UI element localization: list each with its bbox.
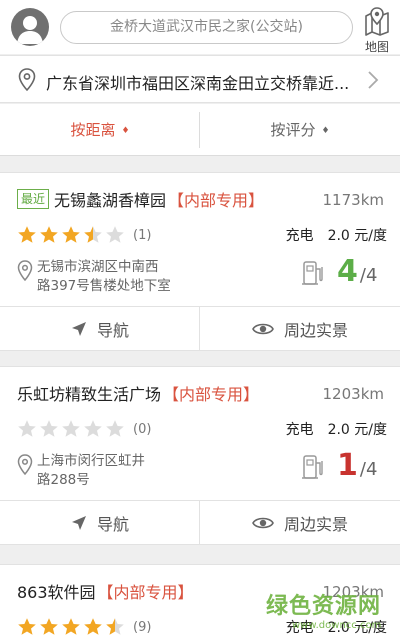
star-icon (40, 226, 58, 243)
star-icon (106, 618, 124, 635)
star-icon (40, 618, 58, 635)
navigate-label: 导航 (96, 515, 129, 534)
charger-icon (302, 261, 323, 285)
available-chargers: 4/4 (337, 257, 377, 287)
available-count: 4 (337, 254, 358, 289)
internal-tag: 【内部专用】 (163, 385, 260, 404)
sort-by-distance-tab[interactable]: 按距离 ♦ (0, 104, 200, 156)
address-line-2: 路288号 (37, 472, 90, 488)
station-card[interactable]: 乐虹坊精致生活广场 【内部专用】 1203km (0) 充电 2.0 元/度 上海… (0, 366, 400, 545)
navigate-button[interactable]: 导航 (0, 501, 200, 545)
sort-bar: 按距离 ♦ 按评分 ♦ (0, 104, 400, 156)
station-title-row: 最近 无锡蠡湖香樟园 【内部专用】 (17, 187, 264, 211)
watermark: 绿色资源网 www.downcc.com (262, 588, 400, 640)
address-line-2: 路397号售楼处地下室 (37, 278, 171, 294)
star-icon (84, 226, 102, 243)
watermark-url: www.downcc.com (292, 620, 382, 631)
street-view-label: 周边实景 (283, 515, 348, 534)
location-pin-icon (17, 260, 33, 282)
location-pin-icon (17, 454, 33, 476)
station-info[interactable]: 乐虹坊精致生活广场 【内部专用】 1203km (0) 充电 2.0 元/度 上海… (0, 367, 400, 500)
review-count: (9) (133, 619, 152, 635)
charging-price: 充电 2.0 元/度 (286, 225, 387, 245)
star-icon (40, 420, 58, 437)
nearest-badge: 最近 (17, 189, 50, 209)
map-label: 地图 (364, 40, 389, 54)
station-name: 无锡蠡湖香樟园 (54, 191, 167, 210)
rating-stars: (0) (17, 419, 151, 439)
star-icon (62, 618, 80, 635)
station-title-row: 863软件园 【内部专用】 (17, 579, 194, 603)
review-count: (0) (133, 421, 152, 437)
station-actions: 导航 周边实景 (0, 306, 400, 351)
star-icon (84, 420, 102, 437)
top-bar: 金桥大道武汉市民之家(公交站) 地图 (0, 0, 400, 54)
street-view-label: 周边实景 (283, 321, 348, 340)
station-distance: 1173km (322, 191, 384, 209)
station-actions: 导航 周边实景 (0, 500, 400, 545)
current-location-row[interactable]: 广东省深圳市福田区深南金田立交桥靠近... (0, 55, 400, 103)
price-label: 充电 (285, 228, 314, 244)
sort-arrow-icon: ♦ (121, 126, 130, 136)
address-line-1: 无锡市滨湖区中南西 (37, 259, 159, 275)
star-icon (84, 618, 102, 635)
eye-icon (252, 323, 274, 335)
station-info[interactable]: 最近 无锡蠡湖香樟园 【内部专用】 1173km (1) 充电 2.0 元/度 无… (0, 173, 400, 306)
price-value: 2.0 元/度 (327, 422, 387, 438)
navigation-arrow-icon (71, 322, 86, 336)
street-view-button[interactable]: 周边实景 (200, 501, 400, 545)
station-name: 乐虹坊精致生活广场 (17, 385, 162, 404)
rating-stars: (1) (17, 225, 151, 245)
sort-rating-label: 按评分 (270, 121, 316, 139)
navigate-button[interactable]: 导航 (0, 307, 200, 351)
address-line-1: 上海市闵行区虹井 (37, 453, 145, 469)
station-distance: 1203km (322, 385, 384, 403)
internal-tag: 【内部专用】 (168, 191, 265, 210)
sort-arrow-icon: ♦ (321, 126, 330, 136)
map-icon (365, 7, 389, 36)
search-text: 金桥大道武汉市民之家(公交站) (110, 19, 303, 35)
star-icon (106, 420, 124, 437)
internal-tag: 【内部专用】 (97, 583, 194, 602)
eye-icon (252, 517, 274, 529)
chevron-right-icon (368, 71, 379, 89)
watermark-text: 绿色资源网 (266, 594, 382, 619)
station-card[interactable]: 最近 无锡蠡湖香樟园 【内部专用】 1173km (1) 充电 2.0 元/度 无… (0, 172, 400, 351)
total-count: /4 (359, 459, 378, 480)
station-address: 无锡市滨湖区中南西 路397号售楼处地下室 (17, 258, 171, 296)
review-count: (1) (133, 227, 152, 243)
rating-stars: (9) (17, 617, 151, 637)
map-button[interactable]: 地图 (361, 6, 393, 54)
star-icon (106, 226, 124, 243)
available-count: 1 (337, 448, 358, 483)
star-icon (18, 420, 36, 437)
station-address: 上海市闵行区虹井 路288号 (17, 452, 145, 490)
navigation-arrow-icon (71, 516, 86, 530)
charger-icon (302, 455, 323, 479)
sort-by-rating-tab[interactable]: 按评分 ♦ (200, 104, 400, 156)
sort-distance-label: 按距离 (70, 121, 116, 139)
station-title-row: 乐虹坊精致生活广场 【内部专用】 (17, 381, 259, 405)
search-input[interactable]: 金桥大道武汉市民之家(公交站) (60, 11, 353, 44)
star-icon (62, 420, 80, 437)
user-icon (17, 16, 43, 44)
price-value: 2.0 元/度 (327, 228, 387, 244)
navigate-label: 导航 (96, 321, 129, 340)
street-view-button[interactable]: 周边实景 (200, 307, 400, 351)
star-icon (62, 226, 80, 243)
available-chargers: 1/4 (337, 451, 377, 481)
station-name: 863软件园 (17, 583, 96, 602)
location-pin-icon (18, 68, 36, 92)
current-address: 广东省深圳市福田区深南金田立交桥靠近... (46, 74, 350, 93)
charging-price: 充电 2.0 元/度 (286, 419, 387, 439)
star-icon (18, 226, 36, 243)
star-icon (18, 618, 36, 635)
avatar[interactable] (11, 8, 49, 46)
price-label: 充电 (285, 422, 314, 438)
total-count: /4 (359, 265, 378, 286)
